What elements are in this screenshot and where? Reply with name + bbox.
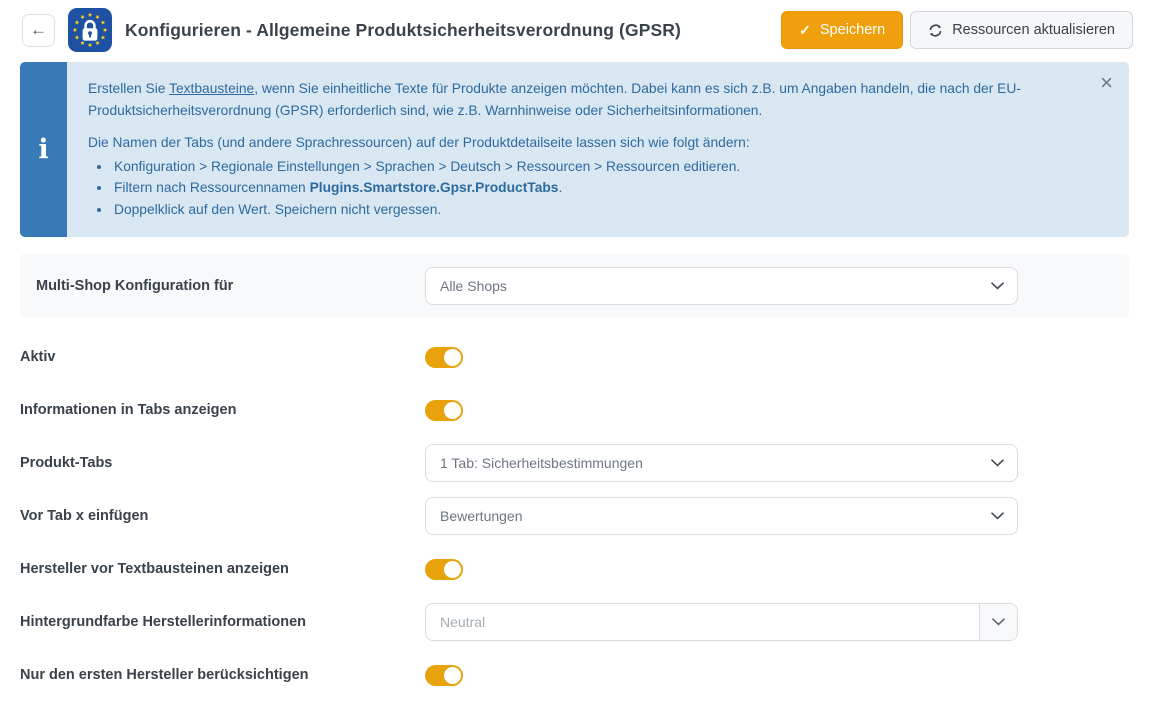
toggle-knob (444, 402, 461, 419)
chevron-down-icon (991, 512, 1004, 520)
info-icon: i (38, 136, 48, 163)
chevron-down-icon (992, 618, 1005, 626)
form-row-nur-ersten-hersteller: Nur den ersten Hersteller berücksichtige… (20, 656, 1129, 694)
hintergrundfarbe-input[interactable] (426, 604, 979, 640)
info-alert: i Erstellen Sie Textbausteine, wenn Sie … (20, 62, 1129, 237)
alert-p1-before: Erstellen Sie (88, 81, 169, 96)
sync-icon (928, 23, 943, 38)
bullet2-before: Filtern nach Ressourcennamen (114, 180, 310, 195)
arrow-left-icon: ← (30, 20, 47, 40)
save-button[interactable]: ✓ Speichern (781, 11, 903, 49)
vor-tab-x-label: Vor Tab x einfügen (20, 508, 425, 524)
multishop-config-band: Multi-Shop Konfiguration für Alle Shops (20, 254, 1129, 318)
list-item: Konfiguration > Regionale Einstellungen … (112, 156, 1081, 178)
informationen-in-tabs-toggle[interactable] (425, 400, 463, 421)
form-row-produkt-tabs: Produkt-Tabs 1 Tab: Sicherheitsbestimmun… (20, 444, 1129, 482)
bullet2-after: . (558, 180, 562, 195)
bullet2-resource-name: Plugins.Smartstore.Gpsr.ProductTabs (310, 180, 559, 195)
textbausteine-link[interactable]: Textbausteine (169, 81, 254, 96)
list-item: Doppelklick auf den Wert. Speichern nich… (112, 199, 1081, 221)
chevron-down-icon (991, 459, 1004, 467)
vor-tab-x-select-value: Bewertungen (440, 508, 523, 524)
alert-bullet-list: Konfiguration > Regionale Einstellungen … (88, 156, 1081, 221)
vor-tab-x-select[interactable]: Bewertungen (425, 497, 1018, 535)
nur-ersten-hersteller-toggle[interactable] (425, 665, 463, 686)
aktiv-toggle[interactable] (425, 347, 463, 368)
informationen-in-tabs-label: Informationen in Tabs anzeigen (20, 402, 425, 418)
toggle-knob (444, 561, 461, 578)
produkt-tabs-label: Produkt-Tabs (20, 455, 425, 471)
page-header: ← Konfigurieren - Allgemeine Produk (0, 0, 1149, 60)
hersteller-vor-textbausteinen-toggle[interactable] (425, 559, 463, 580)
form-row-hintergrundfarbe: Hintergrundfarbe Herstellerinformationen (20, 603, 1129, 641)
produkt-tabs-select[interactable]: 1 Tab: Sicherheitsbestimmungen (425, 444, 1018, 482)
settings-form: Aktiv Informationen in Tabs anzeigen Pro… (20, 338, 1129, 694)
hintergrundfarbe-label: Hintergrundfarbe Herstellerinformationen (20, 614, 425, 630)
nur-ersten-hersteller-label: Nur den ersten Hersteller berücksichtige… (20, 667, 425, 683)
chevron-down-icon (991, 282, 1004, 290)
save-button-label: Speichern (820, 22, 885, 38)
eu-gpsr-lock-icon (68, 8, 112, 52)
produkt-tabs-select-value: 1 Tab: Sicherheitsbestimmungen (440, 455, 643, 471)
update-resources-label: Ressourcen aktualisieren (952, 22, 1115, 38)
form-row-vor-tab-x: Vor Tab x einfügen Bewertungen (20, 497, 1129, 535)
list-item: Filtern nach Ressourcennamen Plugins.Sma… (112, 177, 1081, 199)
alert-paragraph-1: Erstellen Sie Textbausteine, wenn Sie ei… (88, 78, 1081, 121)
info-alert-body: Erstellen Sie Textbausteine, wenn Sie ei… (67, 62, 1129, 237)
info-alert-accent: i (20, 62, 67, 237)
page-title: Konfigurieren - Allgemeine Produktsicher… (125, 20, 681, 41)
hintergrundfarbe-dropdown-button[interactable] (979, 604, 1017, 640)
multishop-select-value: Alle Shops (440, 278, 507, 294)
multishop-select[interactable]: Alle Shops (425, 267, 1018, 305)
check-icon: ✓ (799, 22, 811, 39)
toggle-knob (444, 349, 461, 366)
back-button[interactable]: ← (22, 14, 55, 47)
form-row-aktiv: Aktiv (20, 338, 1129, 376)
close-icon[interactable]: × (1100, 72, 1113, 94)
form-row-informationen-in-tabs: Informationen in Tabs anzeigen (20, 391, 1129, 429)
update-resources-button[interactable]: Ressourcen aktualisieren (910, 11, 1133, 49)
toggle-knob (444, 667, 461, 684)
hintergrundfarbe-input-group (425, 603, 1018, 641)
form-row-hersteller-vor-textbausteinen: Hersteller vor Textbausteinen anzeigen (20, 550, 1129, 588)
multishop-label: Multi-Shop Konfiguration für (36, 278, 425, 294)
aktiv-label: Aktiv (20, 349, 425, 365)
alert-paragraph-2: Die Namen der Tabs (und andere Sprachres… (88, 132, 1081, 154)
hersteller-vor-textbausteinen-label: Hersteller vor Textbausteinen anzeigen (20, 561, 425, 577)
